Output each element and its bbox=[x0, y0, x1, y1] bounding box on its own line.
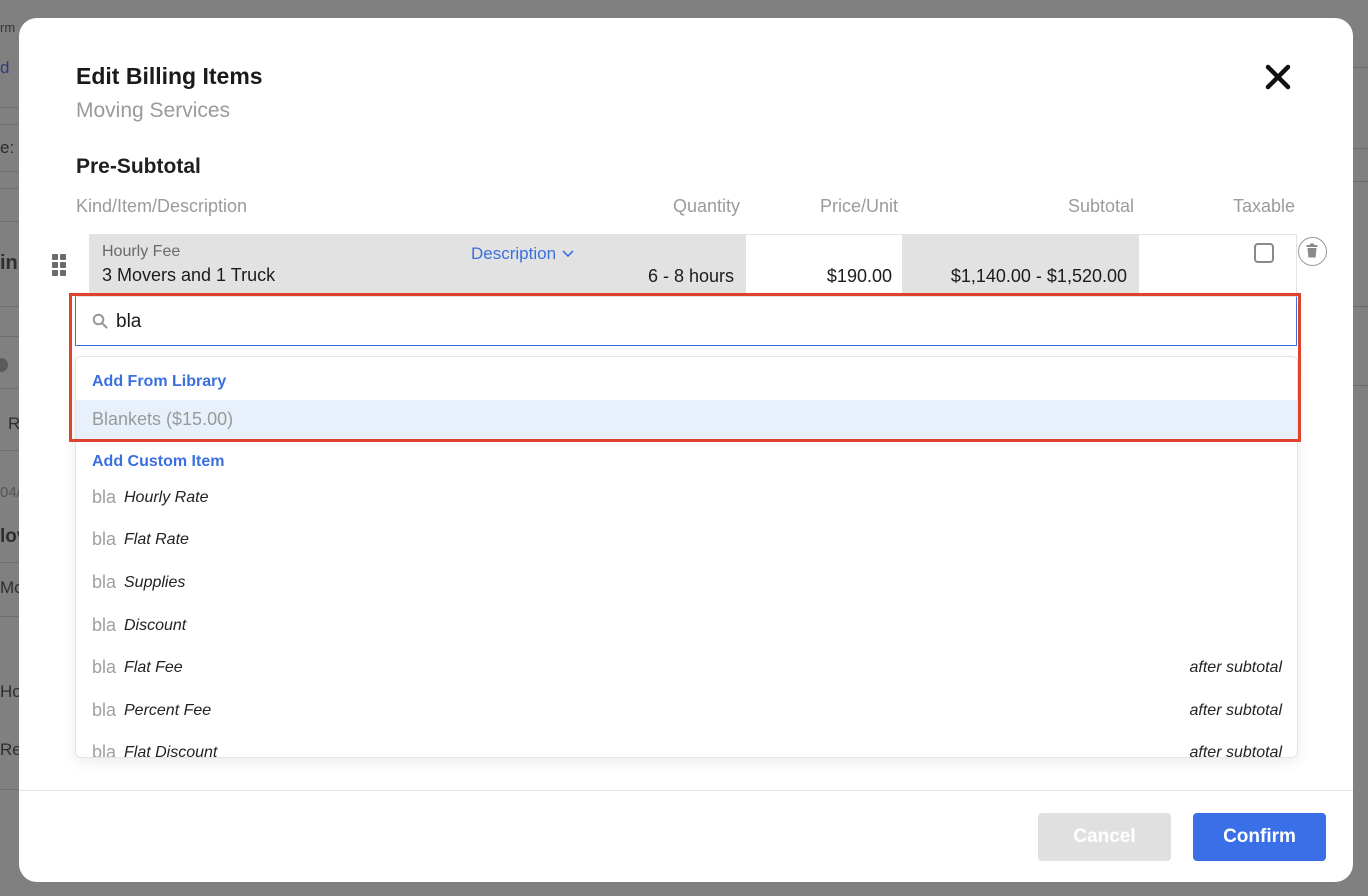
add-custom-item-label: Add Custom Item bbox=[92, 453, 225, 470]
trash-icon bbox=[1306, 243, 1318, 258]
bg-text: 04/ bbox=[0, 484, 21, 501]
close-button[interactable] bbox=[1263, 62, 1293, 92]
custom-item-kind: Flat Rate bbox=[124, 531, 189, 548]
custom-item-note: after subtotal bbox=[1189, 659, 1283, 676]
item-kind: Hourly Fee bbox=[102, 243, 181, 260]
custom-item-kind: Discount bbox=[124, 617, 187, 634]
item-name: 3 Movers and 1 Truck bbox=[102, 265, 276, 285]
item-subtotal: $1,140.00 - $1,520.00 bbox=[950, 266, 1127, 286]
custom-item-query: bla bbox=[92, 529, 117, 549]
cancel-button[interactable]: Cancel bbox=[1038, 813, 1171, 861]
modal-subtitle: Moving Services bbox=[76, 99, 231, 122]
custom-item-kind: Percent Fee bbox=[124, 702, 212, 719]
custom-item-query: bla bbox=[92, 657, 117, 677]
bg-text: in bbox=[0, 252, 18, 274]
chevron-down-icon bbox=[562, 250, 574, 258]
bg-text: rm bbox=[0, 20, 16, 35]
subtotal-cell: $1,140.00 - $1,520.00 bbox=[902, 235, 1139, 295]
description-toggle[interactable]: Description bbox=[471, 244, 574, 264]
search-results-dropdown: Add From Library Blankets ($15.00) Add C… bbox=[75, 356, 1298, 758]
custom-item-discount[interactable]: bla Discount bbox=[76, 606, 1297, 648]
custom-item-kind: Supplies bbox=[124, 574, 186, 591]
column-header-quantity: Quantity bbox=[673, 196, 741, 216]
custom-item-kind: Flat Fee bbox=[124, 659, 183, 676]
custom-item-kind: Hourly Rate bbox=[124, 489, 209, 506]
close-icon bbox=[1265, 64, 1291, 90]
price-cell[interactable]: $190.00 bbox=[746, 235, 902, 295]
custom-item-flat-discount[interactable]: bla Flat Discount after subtotal bbox=[76, 733, 1297, 758]
custom-item-flat-fee[interactable]: bla Flat Fee after subtotal bbox=[76, 648, 1297, 690]
billing-item-row: Hourly Fee 3 Movers and 1 Truck Descript… bbox=[89, 234, 1297, 296]
drag-handle-icon[interactable] bbox=[52, 254, 68, 278]
description-toggle-label: Description bbox=[471, 244, 557, 263]
confirm-button[interactable]: Confirm bbox=[1193, 813, 1326, 861]
column-header-taxable: Taxable bbox=[1233, 196, 1296, 216]
custom-item-query: bla bbox=[92, 742, 117, 758]
taxable-cell bbox=[1139, 235, 1296, 295]
custom-item-supplies[interactable]: bla Supplies bbox=[76, 563, 1297, 605]
bg-text: d bbox=[0, 58, 10, 77]
column-header-kind: Kind/Item/Description bbox=[76, 196, 248, 216]
custom-item-note: after subtotal bbox=[1189, 744, 1283, 758]
search-icon bbox=[92, 313, 108, 329]
library-item-label: Blankets ($15.00) bbox=[92, 409, 234, 429]
custom-item-note: after subtotal bbox=[1189, 702, 1283, 719]
custom-item-query: bla bbox=[92, 700, 117, 720]
custom-item-kind: Flat Discount bbox=[124, 744, 218, 758]
section-title: Pre-Subtotal bbox=[76, 155, 201, 178]
column-header-subtotal: Subtotal bbox=[1068, 196, 1135, 216]
search-input[interactable] bbox=[116, 307, 1276, 337]
item-quantity: 6 - 8 hours bbox=[647, 266, 734, 286]
column-header-price: Price/Unit bbox=[820, 196, 899, 216]
kind-item-cell[interactable]: Hourly Fee 3 Movers and 1 Truck Descript… bbox=[90, 235, 746, 295]
custom-item-query: bla bbox=[92, 572, 117, 592]
library-item[interactable]: Blankets ($15.00) bbox=[76, 400, 1297, 440]
custom-item-hourly-rate[interactable]: bla Hourly Rate bbox=[76, 478, 1297, 520]
taxable-checkbox[interactable] bbox=[1254, 243, 1274, 263]
custom-item-query: bla bbox=[92, 487, 117, 507]
item-search-field bbox=[75, 296, 1297, 346]
footer-divider bbox=[19, 790, 1353, 791]
edit-billing-items-modal: Edit Billing Items Moving Services Pre-S… bbox=[19, 18, 1353, 882]
item-price: $190.00 bbox=[826, 266, 892, 286]
custom-item-query: bla bbox=[92, 615, 117, 635]
modal-title: Edit Billing Items bbox=[76, 63, 263, 89]
delete-item-button[interactable] bbox=[1298, 237, 1327, 266]
custom-item-flat-rate[interactable]: bla Flat Rate bbox=[76, 520, 1297, 562]
add-from-library-label: Add From Library bbox=[92, 373, 227, 390]
custom-item-percent-fee[interactable]: bla Percent Fee after subtotal bbox=[76, 691, 1297, 733]
